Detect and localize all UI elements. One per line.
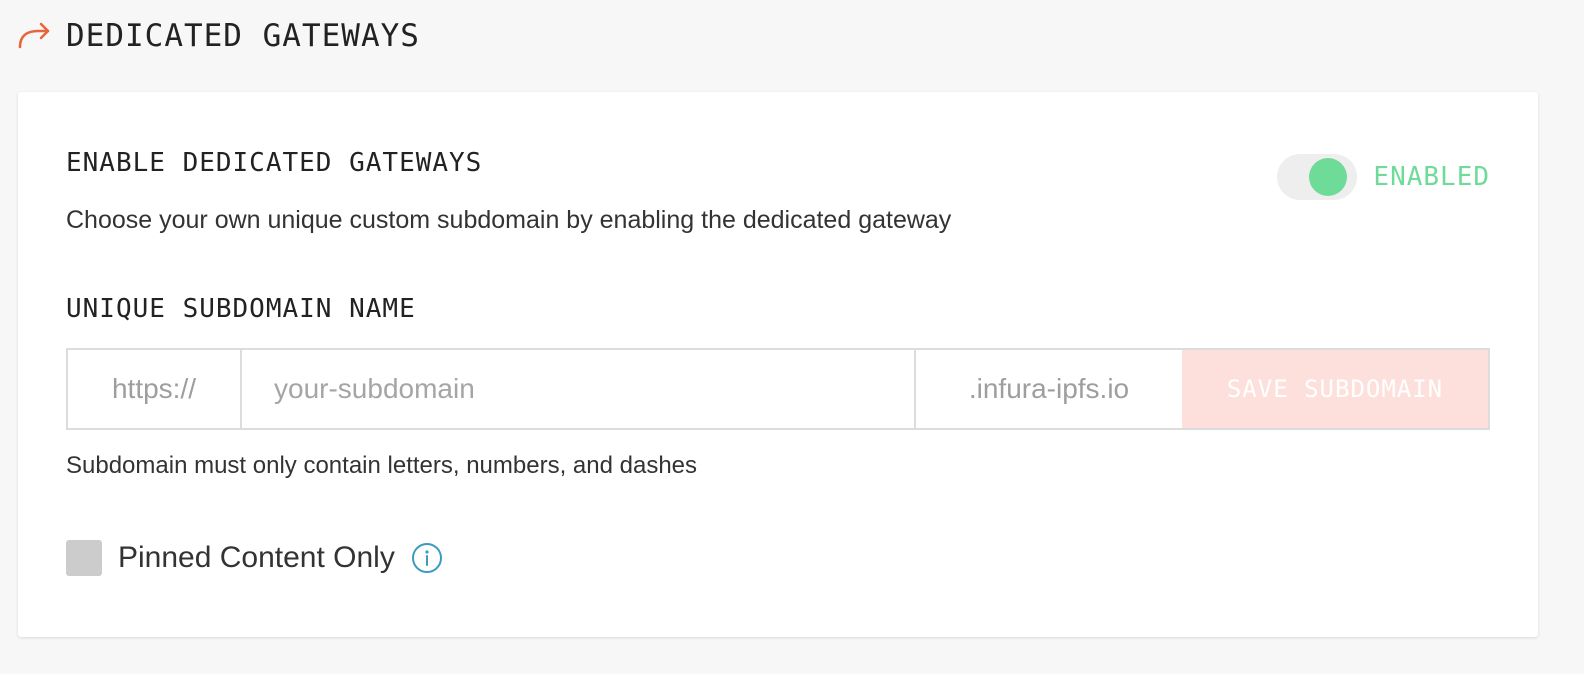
- enable-toggle-group: ENABLED: [1277, 154, 1490, 200]
- subdomain-input-group: https:// .infura-ipfs.io SAVE SUBDOMAIN: [66, 348, 1490, 430]
- pinned-content-checkbox[interactable]: [66, 540, 102, 576]
- enable-gateway-toggle[interactable]: [1277, 154, 1358, 200]
- url-suffix: .infura-ipfs.io: [968, 373, 1130, 404]
- share-arrow-icon: [16, 16, 56, 56]
- toggle-knob: [1309, 158, 1348, 196]
- enable-section-description: Choose your own unique custom subdomain …: [66, 206, 952, 234]
- page-header: DEDICATED GATEWAYS: [16, 14, 420, 58]
- url-prefix: https://: [68, 350, 242, 428]
- info-icon[interactable]: [411, 542, 443, 574]
- pinned-content-label: Pinned Content Only: [118, 541, 395, 574]
- save-subdomain-button[interactable]: SAVE SUBDOMAIN: [1182, 350, 1488, 428]
- pinned-content-option: Pinned Content Only: [66, 540, 443, 576]
- page-title: DEDICATED GATEWAYS: [66, 18, 420, 54]
- gateway-settings-card: ENABLE DEDICATED GATEWAYS Choose your ow…: [18, 92, 1538, 637]
- subdomain-section-title: UNIQUE SUBDOMAIN NAME: [66, 294, 416, 324]
- toggle-status-label: ENABLED: [1373, 162, 1490, 192]
- subdomain-input[interactable]: [242, 350, 916, 428]
- subdomain-hint: Subdomain must only contain letters, num…: [66, 452, 698, 479]
- enable-section-title: ENABLE DEDICATED GATEWAYS: [66, 148, 483, 178]
